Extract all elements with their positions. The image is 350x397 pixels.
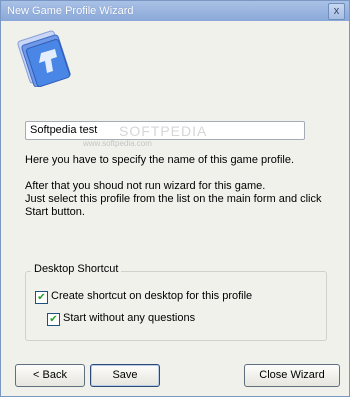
save-button[interactable]: Save bbox=[90, 364, 160, 387]
title-bar: New Game Profile Wizard x bbox=[1, 1, 349, 21]
create-shortcut-checkbox[interactable]: ✔ bbox=[35, 291, 48, 304]
create-shortcut-label[interactable]: Create shortcut on desktop for this prof… bbox=[51, 290, 252, 302]
instruction-line-4: Start button. bbox=[25, 206, 85, 218]
wizard-window: New Game Profile Wizard x SOFTPEDIA www.… bbox=[0, 0, 350, 397]
checkmark-icon: ✔ bbox=[37, 292, 46, 303]
start-without-questions-label[interactable]: Start without any questions bbox=[63, 312, 195, 324]
checkmark-icon: ✔ bbox=[49, 314, 58, 325]
start-without-questions-checkbox[interactable]: ✔ bbox=[47, 313, 60, 326]
window-title: New Game Profile Wizard bbox=[7, 5, 134, 17]
wizard-logo-icon bbox=[17, 30, 71, 87]
back-button[interactable]: < Back bbox=[15, 364, 85, 387]
instruction-line-2: After that you shoud not run wizard for … bbox=[25, 180, 266, 192]
close-wizard-button[interactable]: Close Wizard bbox=[244, 364, 340, 387]
close-window-button[interactable]: x bbox=[328, 3, 345, 20]
watermark-url: www.softpedia.com bbox=[83, 139, 152, 148]
desktop-shortcut-group-label: Desktop Shortcut bbox=[31, 263, 122, 275]
profile-name-input[interactable] bbox=[25, 121, 305, 140]
desktop-shortcut-group bbox=[25, 271, 327, 341]
instruction-line-3: Just select this profile from the list o… bbox=[25, 193, 322, 205]
instruction-line-1: Here you have to specify the name of thi… bbox=[25, 154, 295, 166]
